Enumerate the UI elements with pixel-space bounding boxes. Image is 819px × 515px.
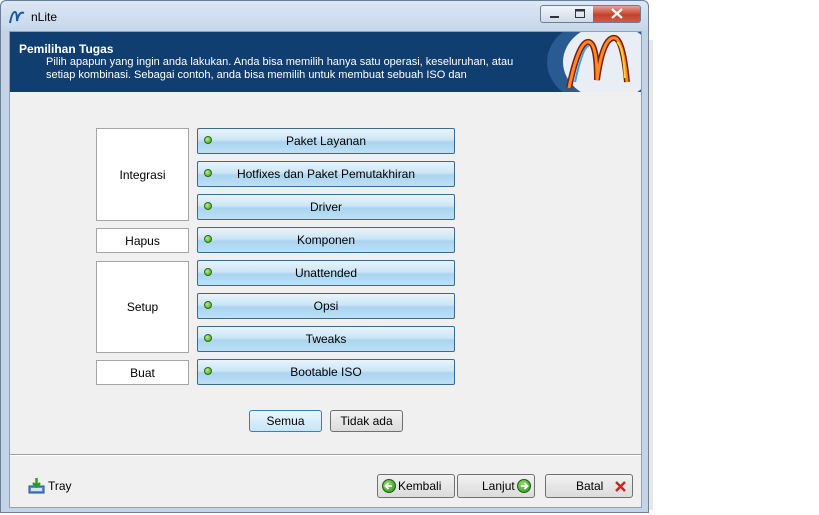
group-integrasi-label: Integrasi [119,167,166,182]
close-icon [611,8,623,19]
select-all-button[interactable]: Semua [249,410,322,432]
minimize-button[interactable] [540,5,568,23]
desktop-edge [649,40,653,510]
task-label: Driver [310,200,342,214]
status-dot-icon [204,136,212,144]
close-button[interactable] [593,5,641,23]
task-label: Komponen [296,233,356,247]
back-label: Kembali [398,479,442,493]
nlite-window: nLite Pemilihan Tugas Pilih apapun yang … [0,0,649,513]
page-title: Pemilihan Tugas [19,42,114,56]
window-title: nLite [31,10,58,24]
tray-button[interactable]: Tray [28,477,72,495]
client-area: Pemilihan Tugas Pilih apapun yang ingin … [9,31,642,508]
status-dot-icon [204,367,212,375]
task-driver-button[interactable]: Driver [197,194,455,220]
status-dot-icon [204,202,212,210]
next-button[interactable]: Lanjut [457,474,535,498]
nlite-app-icon [9,10,25,24]
status-dot-icon [204,301,212,309]
footer-divider-highlight [10,455,641,456]
cancel-x-icon [615,481,626,492]
task-komponen-button[interactable]: Komponen [197,227,455,253]
next-arrow-icon [517,479,531,493]
status-dot-icon [204,169,212,177]
maximize-icon [575,9,585,18]
group-setup-label: Setup [126,300,159,314]
status-dot-icon [204,235,212,243]
group-setup: Setup [96,261,189,353]
title-bar[interactable]: nLite [1,1,648,31]
tray-icon [28,478,45,494]
task-label: Unattended [294,266,358,280]
task-label: Hotfixes dan Paket Pemutakhiran [236,167,416,181]
wizard-header: Pemilihan Tugas Pilih apapun yang ingin … [10,32,641,92]
group-buat-label: Buat [130,365,155,380]
select-none-label: Tidak ada [340,414,393,428]
group-hapus-label: Hapus [125,233,160,248]
back-arrow-icon [382,479,396,493]
task-unattended-button[interactable]: Unattended [197,260,455,286]
cancel-button[interactable]: Batal [545,474,633,498]
nlite-logo [547,32,641,92]
tray-label: Tray [48,479,72,493]
task-bootable-iso-button[interactable]: Bootable ISO [197,359,455,385]
task-label: Paket Layanan [285,134,367,148]
select-none-button[interactable]: Tidak ada [330,410,403,432]
next-label: Lanjut [482,479,515,493]
status-dot-icon [204,268,212,276]
select-all-label: Semua [266,414,305,428]
task-tweaks-button[interactable]: Tweaks [197,326,455,352]
task-hotfixes-button[interactable]: Hotfixes dan Paket Pemutakhiran [197,161,455,187]
task-label: Tweaks [305,332,347,346]
group-hapus: Hapus [96,228,189,253]
task-label: Bootable ISO [290,365,362,379]
status-dot-icon [204,334,212,342]
minimize-icon [550,16,559,18]
cancel-label: Batal [576,479,604,493]
group-integrasi: Integrasi [96,128,189,221]
back-button[interactable]: Kembali [377,474,455,498]
group-buat: Buat [96,360,189,385]
task-paket-layanan-button[interactable]: Paket Layanan [197,128,455,154]
task-label: Opsi [313,299,339,313]
task-opsi-button[interactable]: Opsi [197,293,455,319]
page-description: Pilih apapun yang ingin anda lakukan. An… [46,56,514,81]
maximize-button[interactable] [567,5,594,23]
